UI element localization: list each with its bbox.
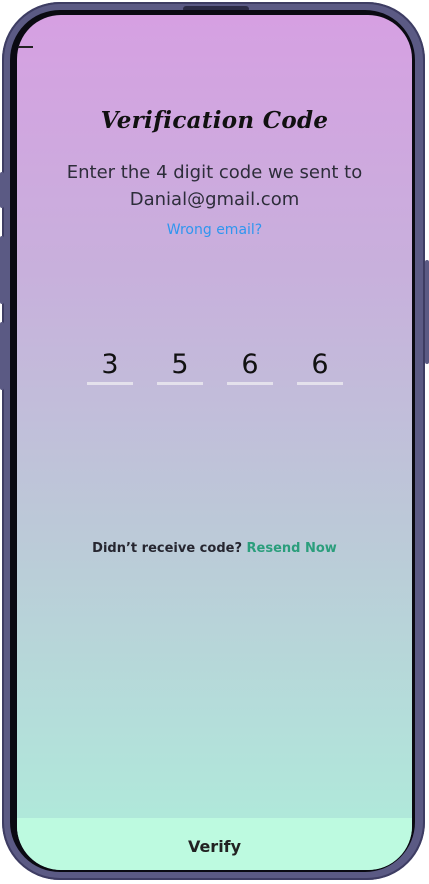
side-button-mute [0, 172, 4, 208]
instruction-text: Enter the 4 digit code we sent to Danial… [37, 159, 392, 213]
instruction-line: Enter the 4 digit code we sent to [66, 162, 363, 183]
code-digit-2[interactable]: 5 [157, 348, 203, 385]
resend-now-link[interactable]: Resend Now [247, 541, 337, 556]
code-digit-4[interactable]: 6 [297, 348, 343, 385]
email-address: Danial@gmail.com [129, 189, 300, 210]
side-button-volume-down [0, 322, 4, 390]
page-title: Verification Code [100, 107, 329, 134]
resend-prompt: Didn’t receive code? [92, 541, 242, 556]
code-digit-1[interactable]: 3 [87, 348, 133, 385]
resend-row: Didn’t receive code? Resend Now [17, 541, 412, 556]
wrong-email-link[interactable]: Wrong email? [17, 222, 412, 238]
code-input-row: 3 5 6 6 [87, 348, 343, 388]
verify-button-label: Verify [187, 837, 242, 856]
side-button-volume-up [0, 236, 4, 304]
back-arrow-icon[interactable] [17, 42, 33, 52]
verification-screen: Verification Code Enter the 4 digit code… [17, 15, 412, 870]
code-digit-3[interactable]: 6 [227, 348, 273, 385]
side-button-power [425, 260, 429, 364]
